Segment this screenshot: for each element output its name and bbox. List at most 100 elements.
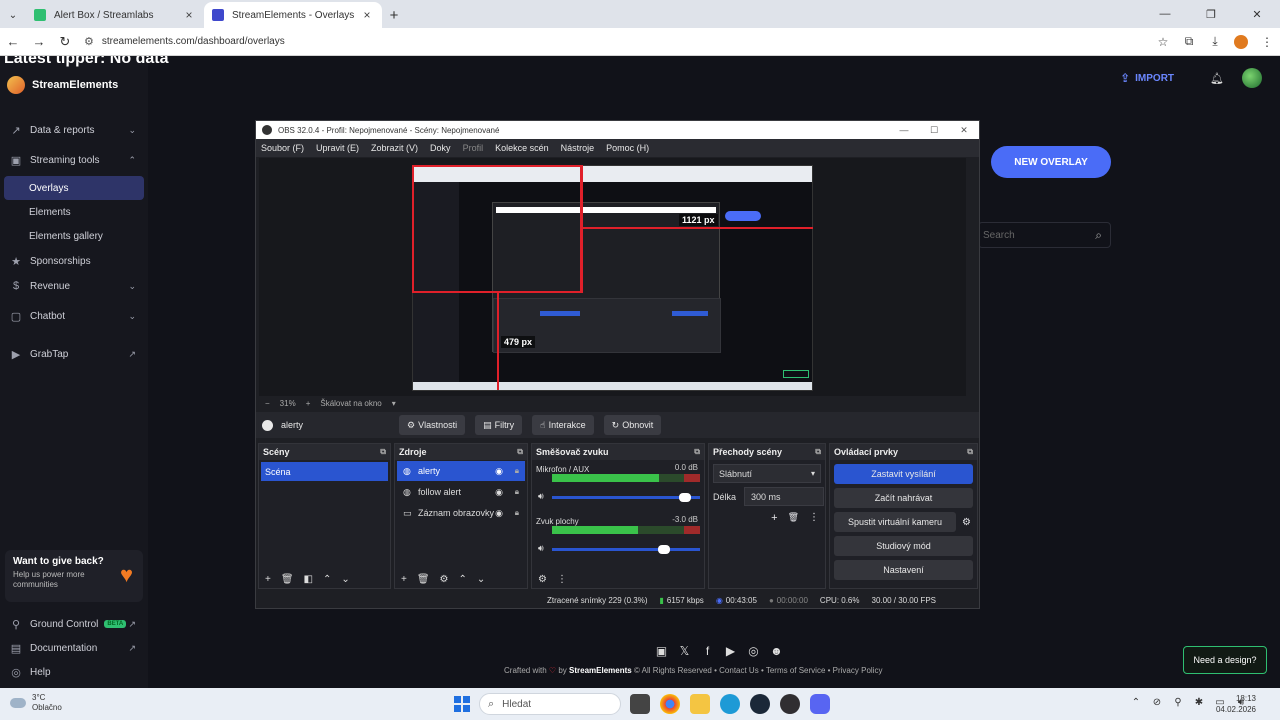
speaker-icon[interactable]: 🔊︎	[538, 491, 544, 502]
menu-view[interactable]: Zobrazit (V)	[371, 143, 418, 153]
undock-icon[interactable]: ⧉	[967, 447, 973, 457]
refresh-button[interactable]: ↻ Obnovit	[603, 415, 662, 435]
undock-icon[interactable]: ⧉	[517, 447, 523, 457]
sidebar-item-elements-gallery[interactable]: Elements gallery	[0, 224, 148, 248]
speaker-icon[interactable]: 🔊︎	[538, 543, 544, 554]
extensions-icon[interactable]: ⧉	[1176, 29, 1202, 55]
close-tab-icon[interactable]: ×	[182, 8, 196, 22]
address-bar[interactable]: ⚙ streamelements.com/dashboard/overlays	[78, 31, 1150, 53]
import-button[interactable]: ⇪ IMPORT	[1120, 71, 1174, 85]
download-icon[interactable]: ⤓	[1202, 29, 1228, 55]
steam-icon[interactable]	[750, 694, 770, 714]
terms-link[interactable]: Terms of Service	[766, 666, 826, 675]
lock-icon[interactable]: 🔒︎	[515, 466, 519, 476]
add-icon[interactable]: +	[265, 574, 271, 585]
gear-icon[interactable]: ⚙	[440, 574, 449, 585]
sidebar-item-ground-control[interactable]: ⚲ Ground Control BETA ↗	[0, 612, 148, 636]
search-input[interactable]: Search ⌕	[978, 222, 1111, 248]
profile-icon[interactable]	[1228, 29, 1254, 55]
interact-button[interactable]: ☝ Interakce	[532, 415, 594, 435]
minimize-icon[interactable]: —	[889, 121, 919, 139]
eye-icon[interactable]: ◉	[495, 466, 503, 477]
search-icon[interactable]: ⌕	[1095, 228, 1102, 243]
tab-list-icon[interactable]: ⌄	[0, 2, 26, 28]
sidebar-item-data-reports[interactable]: ↗ Data & reports ⌄	[0, 118, 148, 142]
close-icon[interactable]: ✕	[949, 121, 979, 139]
discord-icon[interactable]	[810, 694, 830, 714]
new-overlay-button[interactable]: NEW OVERLAY	[991, 146, 1111, 178]
discord-icon[interactable]: ☻	[765, 644, 788, 658]
sidebar-item-grabtap[interactable]: ▶ GrabTap ↗	[0, 342, 148, 366]
sidebar-item-documentation[interactable]: ▤ Documentation ↗	[0, 636, 148, 660]
undock-icon[interactable]: ⧉	[815, 447, 821, 457]
add-icon[interactable]: +	[771, 512, 777, 524]
bell-icon[interactable]: 🔔︎	[1210, 72, 1224, 85]
sidebar-item-elements[interactable]: Elements	[0, 200, 148, 224]
network-icon[interactable]: ⊘	[1148, 697, 1166, 708]
youtube-icon[interactable]: ▶	[719, 644, 742, 658]
volume-slider[interactable]	[552, 493, 700, 502]
start-icon[interactable]	[454, 696, 470, 712]
chevron-up-icon[interactable]: ⌃	[1127, 697, 1145, 708]
close-tab-icon[interactable]: ×	[360, 8, 374, 22]
gear-icon[interactable]: ⚙	[962, 517, 971, 528]
source-item[interactable]: ◍ alerty ◉ 🔒︎	[397, 461, 525, 481]
move-up-icon[interactable]: ⌃	[459, 574, 467, 585]
avatar[interactable]	[1242, 68, 1262, 88]
privacy-link[interactable]: Privacy Policy	[833, 666, 883, 675]
menu-file[interactable]: Soubor (F)	[261, 143, 304, 153]
trash-icon[interactable]: 🗑︎	[788, 512, 799, 524]
brand-logo[interactable]: StreamElements	[7, 76, 118, 94]
tab-overlays[interactable]: StreamElements - Overlays ×	[204, 2, 382, 28]
slider-knob[interactable]	[658, 545, 671, 554]
x-icon[interactable]: 𝕏	[673, 644, 696, 658]
trash-icon[interactable]: 🗑︎	[281, 574, 294, 585]
studio-mode-button[interactable]: Studiový mód	[834, 536, 973, 556]
menu-icon[interactable]: ⋮	[1254, 29, 1280, 55]
forward-icon[interactable]: →	[26, 29, 52, 55]
add-icon[interactable]: +	[401, 574, 407, 585]
back-icon[interactable]: ←	[0, 29, 26, 55]
close-icon[interactable]: ✕	[1234, 0, 1280, 28]
transition-select[interactable]: Slábnutí ▾	[713, 464, 821, 483]
scene-item[interactable]: Scéna	[261, 462, 388, 481]
sidebar-item-streaming-tools[interactable]: ▣ Streaming tools ⌃	[0, 148, 148, 172]
reload-icon[interactable]: ↻	[52, 29, 78, 55]
move-down-icon[interactable]: ⌄	[341, 574, 349, 585]
new-tab-icon[interactable]: +	[382, 2, 406, 28]
stop-streaming-button[interactable]: Zastavit vysílání	[834, 464, 973, 484]
menu-profile[interactable]: Profil	[463, 143, 484, 153]
settings-button[interactable]: Nastavení	[834, 560, 973, 580]
twitch-icon[interactable]: ▣	[650, 644, 673, 658]
menu-scene-collection[interactable]: Kolekce scén	[495, 143, 549, 153]
sidebar-item-help[interactable]: ◎ Help	[0, 660, 148, 684]
menu-edit[interactable]: Upravit (E)	[316, 143, 359, 153]
give-back-card[interactable]: Want to give back? Help us power more co…	[5, 550, 143, 602]
source-item[interactable]: ▭ Záznam obrazovky ◉ 🔒︎	[397, 503, 525, 523]
filter-icon[interactable]: ◧	[304, 574, 313, 585]
obs-preview[interactable]: 1121 px 479 px	[259, 158, 966, 396]
menu-docks[interactable]: Doky	[430, 143, 451, 153]
task-view-icon[interactable]	[630, 694, 650, 714]
volume-slider[interactable]	[552, 545, 700, 554]
menu-help[interactable]: Pomoc (H)	[606, 143, 649, 153]
start-recording-button[interactable]: Začít nahrávat	[834, 488, 973, 508]
sidebar-item-overlays[interactable]: Overlays	[4, 176, 144, 200]
tab-alertbox[interactable]: Alert Box / Streamlabs ×	[26, 2, 204, 28]
sidebar-item-chatbot[interactable]: ▢ Chatbot ⌄	[0, 304, 148, 328]
file-explorer-icon[interactable]	[690, 694, 710, 714]
zoom-out-button[interactable]: −	[265, 399, 270, 408]
eye-icon[interactable]: ◉	[495, 487, 503, 498]
site-info-icon[interactable]: ⚙	[84, 35, 94, 48]
move-up-icon[interactable]: ⌃	[323, 574, 331, 585]
maximize-icon[interactable]: ☐	[919, 121, 949, 139]
bluetooth-icon[interactable]: ✱	[1190, 697, 1208, 708]
trash-icon[interactable]: 🗑︎	[417, 574, 430, 585]
menu-tools[interactable]: Nástroje	[561, 143, 595, 153]
instagram-icon[interactable]: ◎	[742, 644, 765, 658]
sidebar-item-revenue[interactable]: $ Revenue ⌄	[0, 274, 148, 298]
minimize-icon[interactable]: —	[1142, 0, 1188, 28]
bookmark-star-icon[interactable]: ☆	[1150, 29, 1176, 55]
selection-box[interactable]	[412, 165, 582, 293]
chrome-icon[interactable]	[660, 694, 680, 714]
